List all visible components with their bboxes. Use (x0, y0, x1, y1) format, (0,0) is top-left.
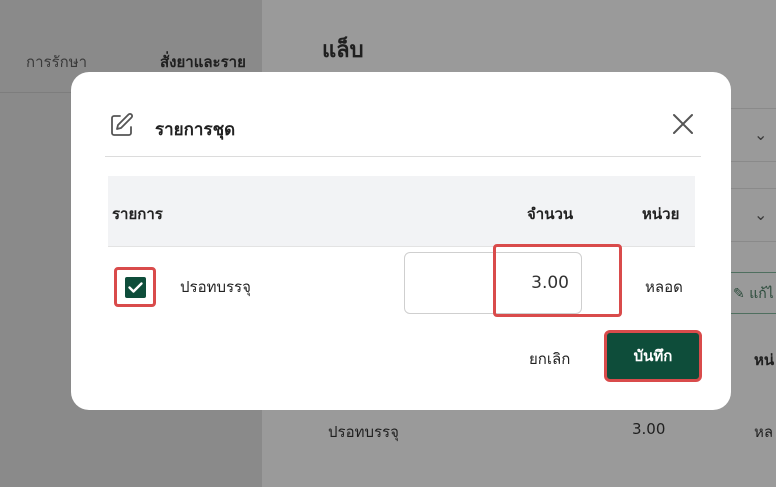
background-row-name: ปรอทบรรจุ (328, 423, 399, 441)
item-unit: หลอด (645, 278, 683, 296)
chevron-down-icon: ⌄ (754, 125, 768, 144)
close-button[interactable] (669, 110, 697, 138)
unit-column-header: หน่ (754, 351, 775, 369)
tab-treatment[interactable]: การรักษา (26, 50, 87, 74)
edit-button-label: แก้ไ (749, 286, 774, 302)
modal-title: รายการชุด (155, 120, 236, 140)
background-row-unit: หล (754, 423, 774, 441)
close-icon (673, 114, 693, 134)
column-header-unit: หน่วย (642, 205, 680, 223)
tab-orders[interactable]: สั่งยาและราย (160, 50, 246, 74)
chevron-down-icon: ⌄ (754, 205, 768, 224)
checkbox-checked (125, 277, 146, 298)
item-checkbox[interactable] (114, 267, 156, 307)
quantity-field (404, 252, 582, 314)
quantity-input[interactable] (467, 263, 575, 303)
check-icon (128, 282, 143, 293)
item-name: ปรอทบรรจุ (180, 278, 251, 296)
background-row-qty: 3.00 (632, 420, 666, 438)
table-header: รายการ จำนวน หน่วย (108, 176, 695, 247)
column-header-item: รายการ (112, 205, 163, 223)
edit-button[interactable]: ✎ แก้ไ (724, 272, 776, 314)
save-button[interactable]: บันทึก (604, 330, 702, 382)
pencil-icon: ✎ (733, 286, 745, 302)
table-row: ปรอทบรรจุ หลอด (108, 244, 695, 327)
lab-section-title: แล็บ (322, 38, 364, 63)
item-set-modal: รายการชุด รายการ จำนวน หน่วย ปรอทบรรจุ ห… (71, 72, 731, 410)
column-header-qty: จำนวน (527, 205, 574, 223)
cancel-button[interactable]: ยกเลิก (523, 346, 576, 372)
modal-header: รายการชุด (105, 102, 701, 157)
edit-icon (111, 113, 133, 136)
